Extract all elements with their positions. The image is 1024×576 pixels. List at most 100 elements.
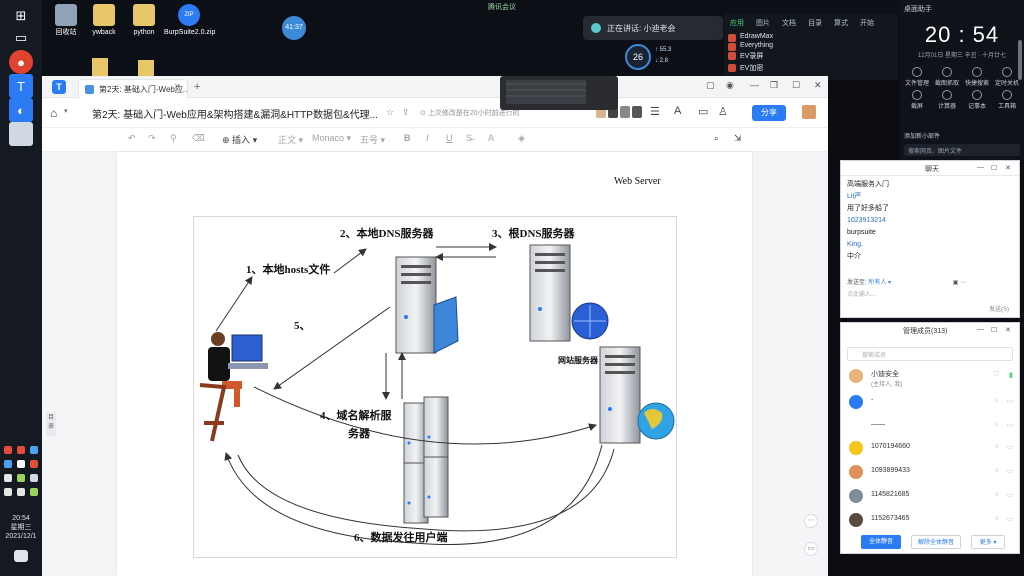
- mic-muted-icon[interactable]: ⚡: [994, 467, 999, 475]
- more-options-button[interactable]: ⋯: [804, 514, 818, 528]
- strikethrough-icon[interactable]: S̶: [466, 133, 472, 143]
- assistant-search-input[interactable]: 搜索网页、图片文件: [904, 144, 1020, 156]
- tab-dirs[interactable]: 目录: [808, 18, 822, 28]
- more-icon[interactable]: ⋯: [960, 280, 966, 286]
- quick-action-files[interactable]: 文件管理: [902, 67, 932, 87]
- tab-calc[interactable]: 算式: [834, 18, 848, 28]
- tab-start[interactable]: 开始: [860, 18, 874, 28]
- mic-muted-icon[interactable]: ⚡: [994, 421, 999, 429]
- italic-icon[interactable]: I: [426, 133, 429, 143]
- chat-input[interactable]: 点此输入...: [847, 289, 876, 298]
- restore-icon[interactable]: ☐: [991, 326, 997, 334]
- windows-start-icon[interactable]: ⊞: [9, 4, 33, 28]
- restore-icon[interactable]: ☐: [991, 164, 997, 172]
- font-color-icon[interactable]: A: [488, 133, 494, 143]
- text-style-icon[interactable]: A: [674, 105, 681, 117]
- camera-off-icon[interactable]: ▭: [1006, 443, 1013, 451]
- chrome-icon[interactable]: ●: [9, 50, 33, 74]
- minimize-icon[interactable]: —: [977, 164, 984, 171]
- undo-icon[interactable]: ↶: [128, 133, 136, 144]
- mic-muted-icon[interactable]: ⚡: [994, 443, 999, 451]
- meeting-top-label[interactable]: 腾讯会议: [488, 2, 516, 12]
- export-icon[interactable]: ⇪: [402, 107, 410, 118]
- app-item[interactable]: Everything: [724, 41, 898, 51]
- eraser-icon[interactable]: ⌫: [192, 133, 205, 144]
- add-widget-link[interactable]: 添加新小部件: [904, 131, 940, 140]
- format-painter-icon[interactable]: ⚲: [170, 133, 177, 144]
- mic-muted-icon[interactable]: ⚡: [994, 491, 999, 499]
- expand-toolbar-icon[interactable]: ⇲: [734, 133, 742, 144]
- paragraph-style-select[interactable]: 正文 ▾: [278, 133, 303, 146]
- user-avatar[interactable]: [802, 105, 816, 119]
- quick-action-notepad[interactable]: 记事本: [962, 90, 992, 110]
- quick-action-calculator[interactable]: 计算器: [932, 90, 962, 110]
- send-button[interactable]: 发送(S): [989, 304, 1009, 313]
- desktop-icon[interactable]: ▭: [9, 26, 33, 50]
- member-row[interactable]: 1070194660 ⚡ ▭: [849, 441, 1015, 455]
- mic-muted-icon[interactable]: ⚡: [994, 397, 999, 405]
- scrollbar[interactable]: [1018, 40, 1022, 80]
- present-icon[interactable]: ▭: [698, 105, 708, 118]
- camera-off-icon[interactable]: ▭: [1006, 491, 1013, 499]
- font-family-select[interactable]: Monaco ▾: [312, 133, 351, 144]
- search-icon[interactable]: ⌕: [714, 133, 719, 144]
- app-item[interactable]: EV录屏: [724, 50, 898, 62]
- user-add-icon[interactable]: ♙: [718, 105, 728, 118]
- font-size-select[interactable]: 五号 ▾: [360, 133, 385, 146]
- member-row[interactable]: 1093899433 ⚡ ▭: [849, 465, 1015, 479]
- member-row[interactable]: 1152673465 ⚡ ▭: [849, 513, 1015, 527]
- tab-close-icon[interactable]: ✕: [174, 82, 181, 91]
- folder-icon[interactable]: [92, 58, 108, 78]
- tab-docs[interactable]: 文档: [782, 18, 796, 28]
- more-button[interactable]: 更多 ▾: [971, 535, 1005, 549]
- desktop-icon-ywback[interactable]: ywback: [82, 4, 126, 37]
- underline-icon[interactable]: U: [446, 133, 453, 143]
- maximize-icon[interactable]: ☐: [792, 80, 800, 91]
- member-search-input[interactable]: 搜索成员: [847, 347, 1013, 361]
- document-title[interactable]: 第2天: 基础入门-Web应用&架构搭建&漏洞&HTTP数据包&代理...: [92, 106, 382, 121]
- image-icon[interactable]: ▣: [953, 280, 959, 286]
- notification-icon[interactable]: [14, 550, 28, 562]
- chevron-down-icon[interactable]: ▾: [64, 107, 68, 115]
- redo-icon[interactable]: ↷: [148, 133, 156, 144]
- camera-off-icon[interactable]: ▭: [1006, 515, 1013, 523]
- member-row[interactable]: —— ⚡ ▭: [849, 419, 1015, 433]
- collaborator-avatar[interactable]: [632, 106, 642, 118]
- share-button[interactable]: 分享: [752, 105, 786, 121]
- member-row[interactable]: - ⚡ ▭: [849, 395, 1015, 409]
- mic-muted-icon[interactable]: ⚡: [994, 515, 999, 523]
- quick-action-search[interactable]: 快捷搜索: [962, 67, 992, 87]
- restore-icon[interactable]: ❐: [770, 80, 778, 91]
- minimize-icon[interactable]: —: [750, 80, 759, 90]
- tab-images[interactable]: 图片: [756, 18, 770, 28]
- shield-icon[interactable]: ⛉: [994, 371, 999, 379]
- outline-side-tab[interactable]: 目录: [46, 412, 56, 436]
- meeting-app-icon[interactable]: ◐: [9, 98, 33, 122]
- close-icon[interactable]: ✕: [1005, 164, 1011, 172]
- scroll-top-button[interactable]: ▭: [804, 542, 818, 556]
- docs-app-icon[interactable]: T: [9, 74, 33, 98]
- app-logo-icon[interactable]: T: [52, 80, 66, 94]
- close-icon[interactable]: ✕: [814, 80, 822, 91]
- tab-document[interactable]: 第2天: 基础入门-Web应...: [78, 79, 188, 98]
- avatar-icon[interactable]: ◉: [726, 80, 734, 91]
- camera-off-icon[interactable]: ▭: [1006, 467, 1013, 475]
- tab-apps[interactable]: 应用: [730, 18, 744, 28]
- member-row[interactable]: 1145821685 ⚡ ▭: [849, 489, 1015, 503]
- network-widget[interactable]: 26 ↑ 55.3 ↓ 2.8: [625, 44, 691, 70]
- quick-action-screenshot[interactable]: 截图抓取: [932, 67, 962, 87]
- new-tab-icon[interactable]: +: [194, 81, 200, 93]
- home-icon[interactable]: ⌂: [50, 106, 57, 120]
- quick-action-toolbox[interactable]: 工具箱: [992, 90, 1022, 110]
- taskbar-clock[interactable]: 20:54 星期三 2021/12/1: [0, 514, 42, 541]
- mute-all-button[interactable]: 全体静音: [861, 535, 901, 549]
- recording-timer-badge[interactable]: 41:37: [282, 16, 306, 40]
- minimize-icon[interactable]: —: [977, 326, 984, 333]
- app-item[interactable]: EdrawMax: [724, 32, 898, 42]
- camera-off-icon[interactable]: ▭: [1006, 397, 1013, 405]
- tool-app-icon[interactable]: [9, 122, 33, 146]
- bold-icon[interactable]: B: [404, 133, 411, 143]
- desktop-icon-burpsuite[interactable]: ZIP BurpSuite2.0.zip: [164, 4, 215, 37]
- insert-button[interactable]: ⊕ 插入 ▾: [222, 133, 257, 146]
- mic-icon[interactable]: ▮: [1009, 371, 1013, 379]
